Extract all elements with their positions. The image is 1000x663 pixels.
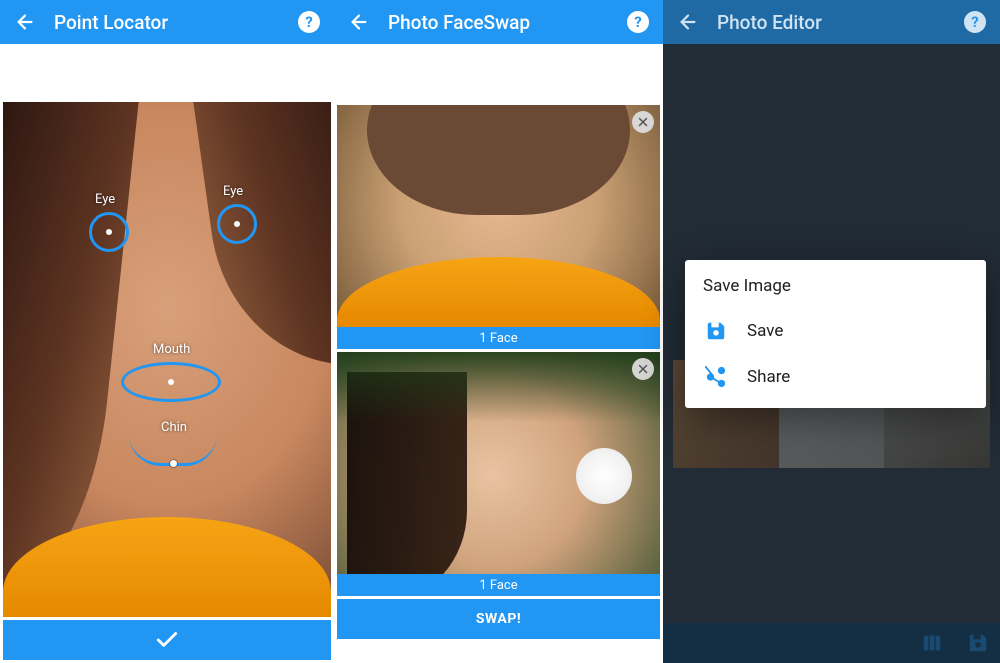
marker-eye-right[interactable] <box>217 204 257 244</box>
arrow-left-icon <box>677 11 699 33</box>
face-count-badge: 1 Face <box>337 574 660 596</box>
panel-point-locator: Point Locator ? Eye Eye Mouth Chin <box>0 0 334 663</box>
help-icon: ? <box>298 11 320 33</box>
save-icon <box>703 318 729 344</box>
dialog-option-save[interactable]: Save <box>703 308 968 354</box>
face-canvas[interactable]: Eye Eye Mouth Chin <box>3 102 331 617</box>
back-button[interactable] <box>342 5 376 39</box>
dialog-option-label: Save <box>747 321 783 341</box>
dialog-option-share[interactable]: Share <box>703 354 968 400</box>
dialog-title: Save Image <box>703 276 968 296</box>
help-icon: ? <box>627 11 649 33</box>
remove-photo-button[interactable] <box>632 358 654 380</box>
close-icon <box>637 116 649 128</box>
source-photo-2[interactable]: 1 Face <box>337 352 660 596</box>
back-button[interactable] <box>8 5 42 39</box>
panel-faceswap: Photo FaceSwap ? 1 Face 1 Face SWAP! <box>334 0 663 663</box>
spacer <box>0 44 334 102</box>
help-icon: ? <box>964 11 986 33</box>
swap-button[interactable]: SWAP! <box>337 599 660 639</box>
save-image-dialog: Save Image Save Share <box>685 260 986 408</box>
marker-eye-left[interactable] <box>89 212 129 252</box>
help-button[interactable]: ? <box>292 5 326 39</box>
arrow-left-icon <box>348 11 370 33</box>
close-icon <box>637 363 649 375</box>
marker-label-eye-left: Eye <box>95 192 115 207</box>
spacer <box>334 44 663 102</box>
remove-photo-button[interactable] <box>632 111 654 133</box>
back-button[interactable] <box>671 5 705 39</box>
marker-label-mouth: Mouth <box>153 342 190 357</box>
help-button[interactable]: ? <box>621 5 655 39</box>
marker-mouth[interactable] <box>121 362 221 402</box>
confirm-button[interactable] <box>3 620 331 660</box>
page-title: Photo Editor <box>705 11 958 34</box>
face-count-badge: 1 Face <box>337 327 660 349</box>
check-icon <box>154 627 180 653</box>
page-title: Point Locator <box>42 11 292 34</box>
source-photo-1[interactable]: 1 Face <box>337 105 660 349</box>
help-button[interactable]: ? <box>958 5 992 39</box>
topbar-editor: Photo Editor ? <box>663 0 1000 44</box>
marker-label-eye-right: Eye <box>223 184 243 199</box>
share-icon <box>703 364 729 390</box>
page-title: Photo FaceSwap <box>376 11 621 34</box>
arrow-left-icon <box>14 11 36 33</box>
topbar-point-locator: Point Locator ? <box>0 0 334 44</box>
dialog-option-label: Share <box>747 367 790 387</box>
marker-label-chin: Chin <box>161 420 187 435</box>
panel-photo-editor: Photo Editor ? Save Image Save <box>663 0 1000 663</box>
topbar-faceswap: Photo FaceSwap ? <box>334 0 663 44</box>
